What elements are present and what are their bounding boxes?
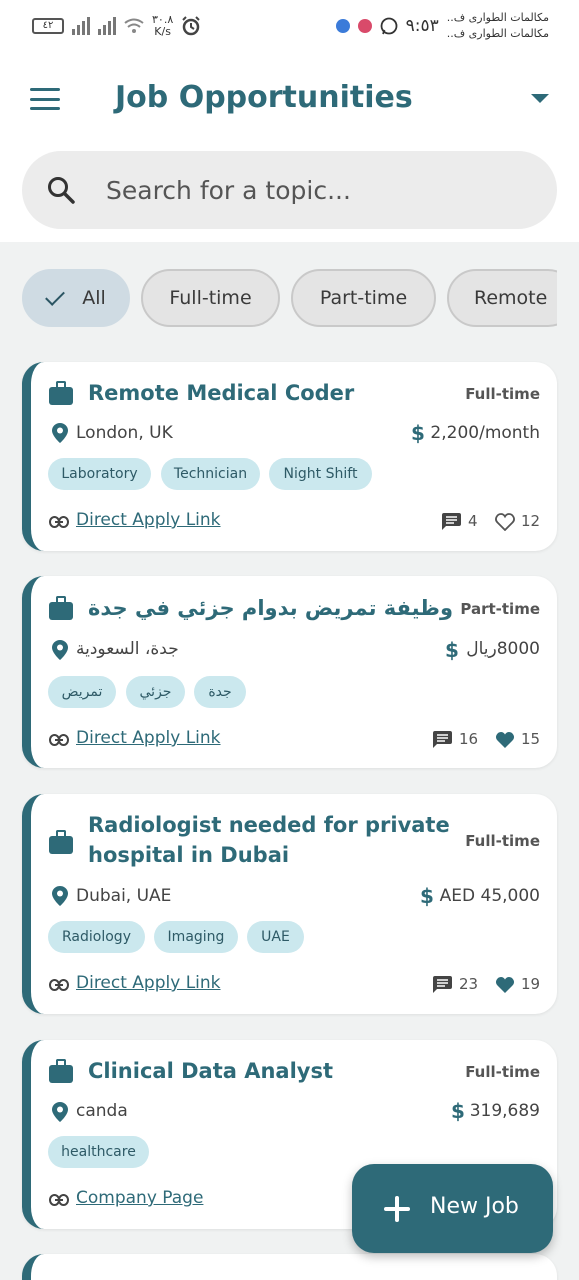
job-card[interactable]: وظيفة تمريض بدوام جزئي في جدة Part-time … bbox=[22, 576, 557, 768]
search-area bbox=[0, 144, 579, 242]
comment-icon bbox=[433, 976, 452, 993]
comment-icon bbox=[442, 513, 461, 530]
job-location: Dubai, UAE bbox=[76, 886, 172, 906]
job-tag: Night Shift bbox=[269, 458, 372, 490]
page-title: Job Opportunities bbox=[115, 80, 413, 115]
dollar-icon: $ bbox=[451, 1099, 465, 1123]
app-bar: Job Opportunities bbox=[0, 56, 579, 144]
whatsapp-icon bbox=[380, 17, 398, 35]
signal-icon bbox=[72, 17, 90, 35]
wifi-icon bbox=[124, 18, 144, 33]
location-pin-icon bbox=[52, 1102, 68, 1122]
job-tag: Radiology bbox=[48, 921, 145, 953]
briefcase-icon bbox=[49, 381, 73, 405]
briefcase-icon bbox=[49, 1059, 73, 1083]
link-icon bbox=[49, 1194, 69, 1206]
job-tag: UAE bbox=[247, 921, 304, 953]
job-tag: جزئي bbox=[126, 676, 185, 708]
clock: ٩:٥٣ bbox=[405, 16, 439, 36]
status-icons: ٤٢ ٣٠.٨ K/s bbox=[32, 14, 201, 38]
dollar-icon: $ bbox=[420, 884, 434, 908]
job-title: Clinical Data Analyst bbox=[88, 1059, 334, 1083]
filter-chip-full-time[interactable]: Full-time bbox=[141, 269, 280, 327]
comment-count: 4 bbox=[468, 512, 478, 530]
network-speed: ٣٠.٨ K/s bbox=[152, 13, 174, 38]
battery-icon: ٤٢ bbox=[32, 18, 64, 34]
new-job-button[interactable]: New Job bbox=[352, 1164, 553, 1253]
chip-label: Part-time bbox=[319, 287, 408, 309]
job-title-line-1: Radiologist needed for private bbox=[88, 813, 450, 837]
link-icon bbox=[49, 516, 69, 528]
like-count: 15 bbox=[521, 730, 541, 748]
job-salary: 319,689 bbox=[469, 1101, 540, 1121]
filter-chip-remote[interactable]: Remote bbox=[447, 269, 557, 327]
like-count: 12 bbox=[521, 512, 541, 530]
chip-label: Remote bbox=[474, 287, 548, 309]
comment-count: 23 bbox=[459, 975, 479, 993]
briefcase-icon bbox=[49, 830, 73, 854]
like-count: 19 bbox=[521, 975, 541, 993]
job-salary: AED 45,000 bbox=[439, 886, 540, 906]
check-icon bbox=[45, 285, 66, 306]
menu-icon[interactable] bbox=[30, 88, 60, 110]
briefcase-icon bbox=[49, 596, 73, 620]
status-bar: ٤٢ ٣٠.٨ K/s ٩:٥٣ مكالمات الطوارى ف.. مكال… bbox=[0, 0, 579, 56]
job-tag: Imaging bbox=[154, 921, 238, 953]
job-location: canda bbox=[76, 1101, 128, 1121]
job-feed: All Full-time Part-time Remote Remote Me… bbox=[0, 242, 579, 1280]
job-card[interactable]: Remote Medical Coder Full-time London, U… bbox=[22, 362, 557, 551]
app-icon bbox=[357, 19, 372, 33]
search-input[interactable] bbox=[106, 151, 526, 229]
chip-label: All bbox=[82, 287, 106, 309]
globe-icon bbox=[335, 19, 350, 33]
apply-link[interactable]: Direct Apply Link bbox=[76, 510, 221, 530]
job-title: Remote Medical Coder bbox=[88, 381, 355, 405]
search-icon bbox=[48, 177, 75, 204]
location-pin-icon bbox=[52, 423, 68, 443]
job-type: Part-time bbox=[460, 600, 540, 618]
filter-chip-all[interactable]: All bbox=[22, 269, 130, 327]
apply-link[interactable]: Direct Apply Link bbox=[76, 973, 221, 993]
alarm-icon bbox=[182, 16, 200, 36]
plus-icon bbox=[384, 1196, 410, 1222]
job-title-line-2: hospital in Dubai bbox=[88, 843, 290, 867]
job-salary: 8000ريال bbox=[466, 639, 540, 659]
status-right: ٩:٥٣ مكالمات الطوارى ف.. مكالمات الطوارى… bbox=[335, 10, 549, 42]
notification-text: مكالمات الطوارى ف.. مكالمات الطوارى ف.. bbox=[446, 11, 549, 40]
job-tag: healthcare bbox=[48, 1136, 149, 1168]
location-pin-icon bbox=[52, 640, 68, 660]
comment-count: 16 bbox=[459, 730, 479, 748]
job-tag: تمريض bbox=[48, 676, 116, 708]
link-icon bbox=[49, 979, 69, 991]
job-card[interactable] bbox=[22, 1254, 557, 1280]
job-location: جدة، السعودية bbox=[76, 639, 179, 659]
signal-icon-2 bbox=[98, 17, 116, 35]
apply-link[interactable]: Direct Apply Link bbox=[76, 728, 221, 748]
comment-icon bbox=[433, 731, 452, 748]
job-type: Full-time bbox=[465, 832, 540, 850]
job-tag: Technician bbox=[161, 458, 260, 490]
heart-filled-icon[interactable] bbox=[495, 976, 515, 994]
filter-chip-part-time[interactable]: Part-time bbox=[291, 269, 436, 327]
job-type: Full-time bbox=[465, 385, 540, 403]
dollar-icon: $ bbox=[411, 421, 425, 445]
dollar-icon: $ bbox=[445, 638, 459, 662]
chip-label: Full-time bbox=[169, 287, 252, 309]
heart-filled-icon[interactable] bbox=[495, 731, 515, 749]
company-page-link[interactable]: Company Page bbox=[76, 1188, 203, 1208]
search-bar[interactable] bbox=[22, 151, 557, 229]
job-tag: Laboratory bbox=[48, 458, 151, 490]
job-tag: جدة bbox=[194, 676, 246, 708]
job-card[interactable]: Radiologist needed for private hospital … bbox=[22, 794, 557, 1014]
dropdown-arrow-icon[interactable] bbox=[531, 94, 549, 103]
filter-chips: All Full-time Part-time Remote bbox=[22, 269, 557, 327]
location-pin-icon bbox=[52, 886, 68, 906]
job-location: London, UK bbox=[76, 423, 173, 443]
link-icon bbox=[49, 734, 69, 746]
job-title: وظيفة تمريض بدوام جزئي في جدة bbox=[88, 596, 454, 620]
new-job-label: New Job bbox=[430, 1194, 519, 1219]
heart-outline-icon[interactable] bbox=[495, 513, 515, 531]
job-type: Full-time bbox=[465, 1063, 540, 1081]
job-salary: 2,200/month bbox=[430, 423, 540, 443]
